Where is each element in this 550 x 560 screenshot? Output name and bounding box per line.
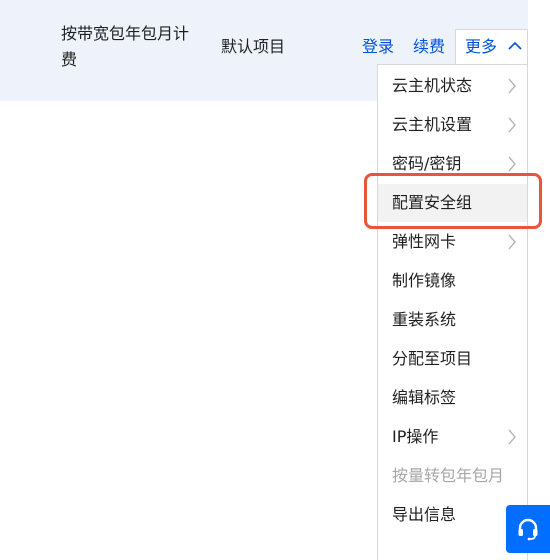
menu-item-label: 制作镜像 xyxy=(392,271,457,290)
more-label: 更多 xyxy=(465,37,498,56)
menu-item-instance-settings[interactable]: 云主机设置 xyxy=(378,106,527,144)
menu-item-convert-to-monthly: 按量转包年包月 xyxy=(378,457,527,495)
menu-item-instance-status[interactable]: 云主机状态 xyxy=(378,67,527,105)
more-dropdown-trigger[interactable]: 更多 xyxy=(455,29,528,65)
menu-item-label: 编辑标签 xyxy=(392,388,457,407)
menu-item-assign-project[interactable]: 分配至项目 xyxy=(378,340,527,378)
menu-item-label: 按量转包年包月 xyxy=(392,466,505,485)
headset-icon xyxy=(518,518,538,541)
menu-item-export-info[interactable]: 导出信息 xyxy=(378,496,527,534)
annotation-highlight-box xyxy=(364,173,542,229)
menu-item-label: 导出信息 xyxy=(392,505,457,524)
chevron-right-icon xyxy=(508,429,516,445)
chevron-up-icon xyxy=(508,41,522,50)
menu-item-label: IP操作 xyxy=(392,427,439,446)
menu-item-label: 重装系统 xyxy=(392,310,457,329)
login-link[interactable]: 登录 xyxy=(362,34,394,60)
chevron-right-icon xyxy=(508,117,516,133)
menu-item-reinstall-system[interactable]: 重装系统 xyxy=(378,301,527,339)
billing-mode: 按带宽包年包月计费 xyxy=(61,24,190,69)
menu-item-create-image[interactable]: 制作镜像 xyxy=(378,262,527,300)
menu-item-label: 分配至项目 xyxy=(392,349,473,368)
more-menu: 云主机状态 云主机设置 密码/密钥 配置安全组 弹性网卡 制作镜像 重装系统 分… xyxy=(377,64,528,560)
menu-item-edit-tags[interactable]: 编辑标签 xyxy=(378,379,527,417)
chevron-right-icon xyxy=(508,78,516,94)
menu-item-label: 弹性网卡 xyxy=(392,232,457,251)
support-button[interactable] xyxy=(506,505,550,553)
chevron-right-icon xyxy=(508,234,516,250)
project-name: 默认项目 xyxy=(221,37,286,56)
chevron-right-icon xyxy=(508,156,516,172)
renew-link[interactable]: 续费 xyxy=(413,34,445,60)
menu-item-ip-operations[interactable]: IP操作 xyxy=(378,418,527,456)
menu-item-label: 云主机设置 xyxy=(392,115,473,134)
menu-item-label: 云主机状态 xyxy=(392,76,473,95)
